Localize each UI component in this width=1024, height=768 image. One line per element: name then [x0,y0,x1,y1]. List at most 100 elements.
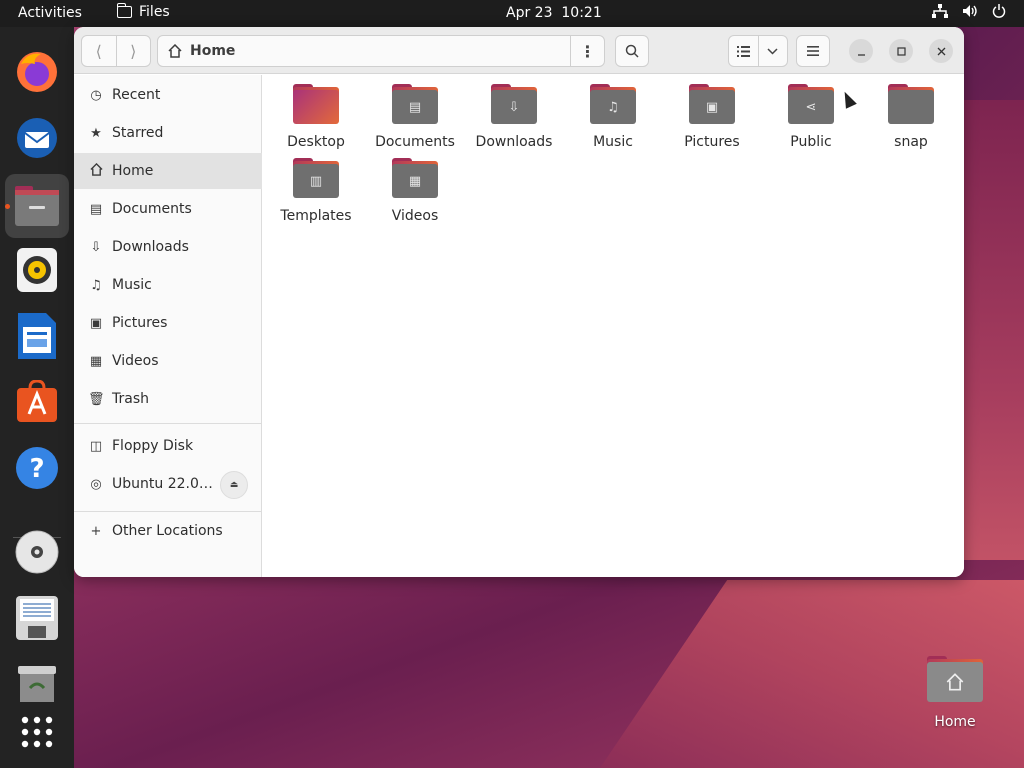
sidebar-item-pictures[interactable]: ▣ Pictures [74,305,262,341]
sidebar-item-home[interactable]: Home [74,153,262,189]
disc-icon: ◎ [90,476,102,492]
maximize-button[interactable] [889,39,913,63]
plus-icon: + [90,523,102,539]
floppy-icon[interactable] [13,594,61,642]
sidebar-item-documents[interactable]: ▤ Documents [74,191,262,227]
dock: ? [0,27,74,768]
writer-icon[interactable] [13,312,61,360]
sidebar-item-label: Pictures [112,315,168,331]
sidebar-item-starred[interactable]: ★ Starred [74,115,262,151]
activities-button[interactable]: Activities [18,5,82,21]
sidebar-item-label: Downloads [112,239,189,255]
system-tray[interactable] [932,4,1006,18]
app-grid-icon[interactable] [13,708,61,756]
sidebar-item-label: Videos [112,353,159,369]
folder-desktop[interactable]: Desktop [270,84,362,150]
home-folder-icon [927,656,983,702]
minimize-icon [857,53,865,56]
close-icon [937,47,945,55]
sidebar: ◷ Recent ★ Starred Home ▤ Documents ⇩ Do… [74,75,262,577]
clock-icon: ◷ [90,87,102,103]
music-icon: ♫ [90,277,102,293]
sidebar-item-downloads[interactable]: ⇩ Downloads [74,229,262,265]
video-icon: ▦ [89,353,103,369]
folder-music[interactable]: ♫ Music [567,84,659,150]
trash-icon: 🗑 [88,391,105,407]
volume-icon [963,5,977,17]
folder-templates[interactable]: ▥ Templates [270,158,362,224]
folder-snap[interactable]: snap [865,84,957,150]
main-menu-button[interactable] [796,35,830,67]
folder-icon [116,3,132,18]
hamburger-icon [807,46,819,56]
rhythmbox-icon[interactable] [13,246,61,294]
sidebar-item-videos[interactable]: ▦ Videos [74,343,262,379]
view-toggle [728,35,788,67]
files-icon[interactable] [5,174,69,238]
list-view-button[interactable] [729,36,759,66]
folder-icon: ▣ [689,84,735,124]
maximize-icon [896,46,906,56]
sidebar-item-label: Music [112,277,152,293]
folder-label: Public [790,134,832,150]
folder-icon [888,84,934,124]
search-button[interactable] [615,35,649,67]
folder-label: Music [593,134,633,150]
folder-icon: ⇩ [491,84,537,124]
app-menu[interactable]: Files [116,3,170,20]
folder-pictures[interactable]: ▣ Pictures [666,84,758,150]
top-bar: Activities Files Apr 23 10:21 [0,0,1024,27]
desktop-home-shortcut[interactable]: Home [920,656,990,730]
folder-downloads[interactable]: ⇩ Downloads [468,84,560,150]
sidebar-item-trash[interactable]: 🗑 Trash [74,381,262,417]
folder-icon [293,84,339,124]
close-button[interactable] [929,39,953,63]
folder-videos[interactable]: ▦ Videos [369,158,461,224]
sidebar-item-recent[interactable]: ◷ Recent [74,77,262,113]
forward-button[interactable]: ⟩ [117,36,151,66]
path-bar[interactable]: Home ⋮ [157,35,605,67]
folder-label: Downloads [475,134,553,150]
trash-icon[interactable] [13,660,61,708]
sidebar-item-music[interactable]: ♫ Music [74,267,262,303]
folder-view: Desktop ▤ Documents ⇩ Downloads ♫ Music … [263,75,964,577]
path-menu-button[interactable]: ⋮ [570,36,604,66]
help-icon[interactable]: ? [13,444,61,492]
sidebar-separator [74,423,262,424]
svg-text:?: ? [29,454,44,484]
disc-icon[interactable] [13,528,61,576]
minimize-button[interactable] [849,39,873,63]
folder-icon: ▦ [392,158,438,198]
breadcrumb[interactable]: Home [168,43,235,59]
folder-label: Documents [375,134,455,150]
sidebar-item-other-locations[interactable]: + Other Locations [74,513,262,549]
eject-button[interactable]: ⏏ [220,471,248,499]
floppy-icon: ◫ [89,438,103,454]
running-indicator [5,204,10,209]
navigation-buttons: ⟨ ⟩ [81,35,151,67]
software-icon[interactable] [13,378,61,426]
back-button[interactable]: ⟨ [82,36,117,66]
firefox-icon[interactable] [13,48,61,96]
sidebar-item-label: Documents [112,201,192,217]
folder-icon: ▥ [293,158,339,198]
thunderbird-icon[interactable] [13,114,61,162]
desktop-icon-label: Home [934,714,976,730]
clock[interactable]: Apr 23 10:21 [506,5,602,21]
sidebar-separator [74,511,262,512]
sidebar-item-label: Recent [112,87,161,103]
power-icon [992,4,1006,18]
view-options-button[interactable] [759,36,788,66]
search-icon [625,44,639,58]
sidebar-item-label: Trash [112,391,149,407]
folder-label: Pictures [684,134,740,150]
sidebar-item-floppy-disk[interactable]: ◫ Floppy Disk [74,428,262,464]
files-window: ⟨ ⟩ Home ⋮ ◷ Recent ★ Starred Home ▤ Doc… [74,27,964,577]
sidebar-item-label: Starred [112,125,164,141]
sidebar-item-label: Ubuntu 22.0… [112,476,213,492]
list-icon [736,45,750,57]
network-icon [932,4,948,18]
folder-icon: ♫ [590,84,636,124]
folder-label: snap [894,134,928,150]
folder-documents[interactable]: ▤ Documents [369,84,461,150]
